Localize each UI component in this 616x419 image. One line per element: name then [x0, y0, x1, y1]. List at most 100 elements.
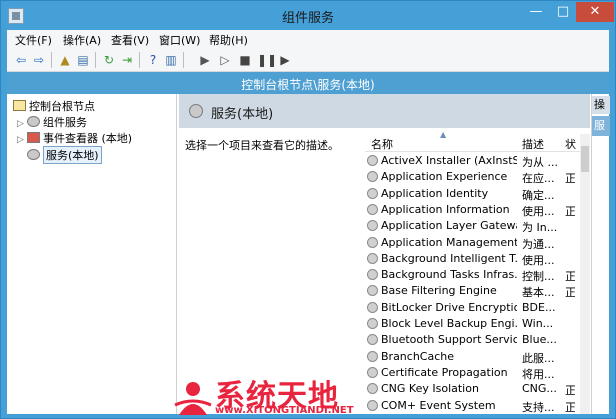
service-row[interactable]: Application Identity 确定... — [365, 186, 575, 202]
play-icon[interactable]: ▶ — [197, 52, 213, 68]
service-status: 正 — [565, 286, 575, 300]
close-button[interactable]: ✕ — [576, 2, 614, 22]
scrollbar-thumb[interactable] — [581, 146, 589, 172]
service-description: BDE... — [522, 300, 556, 314]
service-status: 正 — [565, 172, 575, 186]
service-row[interactable]: Application Management 为通... — [365, 235, 575, 251]
service-row[interactable]: Application Experience 在应... 正 — [365, 169, 575, 185]
show-hide-tree-icon[interactable]: ▤ — [75, 52, 91, 68]
pause-icon[interactable]: ❚❚ — [257, 52, 277, 68]
toolbar-separator — [139, 52, 140, 68]
description-text: 选择一个项目来查看它的描述。 — [185, 139, 339, 152]
stop-icon[interactable]: ■ — [237, 52, 253, 68]
up-folder-icon[interactable]: ▲ — [57, 52, 73, 68]
play-alt-icon[interactable]: ▷ — [217, 52, 233, 68]
service-gear-icon — [367, 301, 378, 313]
title-bar[interactable]: 组件服务 — □ ✕ — [1, 1, 615, 30]
service-description: 使用... — [522, 204, 555, 218]
service-name: BranchCache — [381, 349, 455, 363]
menu-view[interactable]: 查看(V) — [111, 32, 149, 48]
expand-icon[interactable]: ▷ — [17, 135, 27, 145]
service-description: 将用... — [522, 367, 555, 381]
menu-bar: 文件(F) 操作(A) 查看(V) 窗口(W) 帮助(H) — [7, 30, 609, 48]
vertical-scrollbar[interactable] — [580, 134, 590, 414]
menu-help[interactable]: 帮助(H) — [209, 32, 248, 48]
service-description: 此服... — [522, 351, 555, 365]
tree-item-event-viewer[interactable]: ▷ 事件查看器 (本地) — [17, 130, 132, 146]
service-description: CNG... — [522, 382, 557, 396]
back-icon[interactable]: ⇦ — [13, 52, 29, 68]
service-description: 为从 ... — [522, 156, 558, 169]
actions-pane: 操 服 — [591, 94, 610, 414]
refresh-icon[interactable]: ↻ — [101, 52, 117, 68]
watermark-logo-icon — [174, 382, 212, 415]
service-row[interactable]: Block Level Backup Engi... Win... — [365, 316, 575, 332]
service-name: CNG Key Isolation — [381, 382, 479, 396]
tree-item-component-services[interactable]: ▷ 组件服务 — [17, 114, 87, 130]
service-description: 控制... — [522, 270, 555, 284]
path-bar: 控制台根节点\服务(本地) — [7, 72, 609, 94]
service-row[interactable]: COM+ Event System 支持... 正 — [365, 398, 575, 414]
service-gear-icon — [367, 252, 378, 264]
service-gear-icon — [367, 155, 378, 166]
show-hide-action-icon[interactable]: ▥ — [163, 52, 179, 68]
tree-item-services-local[interactable]: 服务(本地) — [17, 146, 102, 164]
service-row[interactable]: Bluetooth Support Service Blue... — [365, 332, 575, 348]
expand-icon[interactable]: ▷ — [17, 119, 27, 129]
service-name: Certificate Propagation — [381, 365, 508, 379]
service-description: 支持... — [522, 400, 555, 414]
services-icon — [27, 149, 40, 160]
service-gear-icon — [367, 334, 378, 346]
service-name: Application Experience — [381, 170, 508, 184]
column-status[interactable]: 状 — [565, 136, 576, 152]
service-description: 使用... — [522, 253, 555, 267]
service-description: 为 In... — [522, 221, 558, 235]
service-gear-icon — [367, 318, 378, 329]
main-content: 控制台根节点 ▷ 组件服务 ▷ 事件查看器 (本地) 服务(本地) 服务(本地) 选… — [7, 94, 610, 414]
service-gear-icon — [367, 285, 378, 297]
help-icon[interactable]: ? — [145, 52, 161, 68]
service-row[interactable]: CNG Key Isolation CNG... 正 — [365, 381, 575, 397]
list-header: ▲ 名称 描述 状 — [365, 132, 590, 152]
actions-services-item[interactable]: 服 — [592, 116, 610, 136]
export-icon[interactable]: ⇥ — [119, 52, 135, 68]
service-description: 为通... — [522, 237, 555, 251]
toolbar-separator — [51, 52, 52, 68]
menu-window[interactable]: 窗口(W) — [159, 32, 200, 48]
menu-file[interactable]: 文件(F) — [15, 32, 52, 48]
watermark-url: www.XITONGTIANDI.NET — [215, 405, 354, 416]
actions-header: 操 — [592, 96, 610, 114]
services-pane: 服务(本地) 选择一个项目来查看它的描述。 ▲ 名称 描述 状 ActiveX … — [179, 94, 590, 414]
service-row[interactable]: BranchCache 此服... — [365, 349, 575, 365]
menu-action[interactable]: 操作(A) — [63, 32, 101, 48]
service-row[interactable]: BitLocker Drive Encryptio... BDE... — [365, 300, 575, 316]
service-gear-icon — [367, 187, 378, 199]
service-name: BitLocker Drive Encryptio... — [381, 300, 517, 314]
maximize-button[interactable]: □ — [550, 2, 576, 22]
service-description: 确定... — [522, 188, 555, 202]
service-name: Bluetooth Support Service — [381, 333, 517, 347]
console-tree: 控制台根节点 ▷ 组件服务 ▷ 事件查看器 (本地) 服务(本地) — [7, 94, 177, 414]
tree-item-label: 组件服务 — [43, 116, 87, 129]
service-row[interactable]: Background Tasks Infras... 控制... 正 — [365, 267, 575, 283]
forward-icon[interactable]: ⇨ — [31, 52, 47, 68]
column-description[interactable]: 描述 — [522, 136, 544, 152]
service-name: Application Management — [381, 235, 517, 249]
services-gear-icon — [189, 104, 203, 118]
service-row[interactable]: Base Filtering Engine 基本... 正 — [365, 283, 575, 299]
service-row[interactable]: ActiveX Installer (AxInstSV) 为从 ... — [365, 153, 575, 169]
service-name: Block Level Backup Engi... — [381, 317, 517, 330]
service-description: 基本... — [522, 286, 555, 300]
restart-icon[interactable]: ▶ — [277, 52, 293, 68]
service-status: 正 — [565, 384, 575, 398]
service-name: Base Filtering Engine — [381, 284, 497, 298]
column-name[interactable]: 名称 — [371, 136, 393, 152]
tree-root[interactable]: 控制台根节点 — [13, 98, 95, 114]
service-status: 正 — [565, 400, 575, 414]
minimize-button[interactable]: — — [523, 2, 549, 22]
service-row[interactable]: Application Information 使用... 正 — [365, 202, 575, 218]
service-row[interactable]: Certificate Propagation 将用... — [365, 365, 575, 381]
service-row[interactable]: Background Intelligent T... 使用... — [365, 251, 575, 267]
service-description: Blue... — [522, 333, 557, 347]
service-row[interactable]: Application Layer Gatewa... 为 In... — [365, 218, 575, 234]
